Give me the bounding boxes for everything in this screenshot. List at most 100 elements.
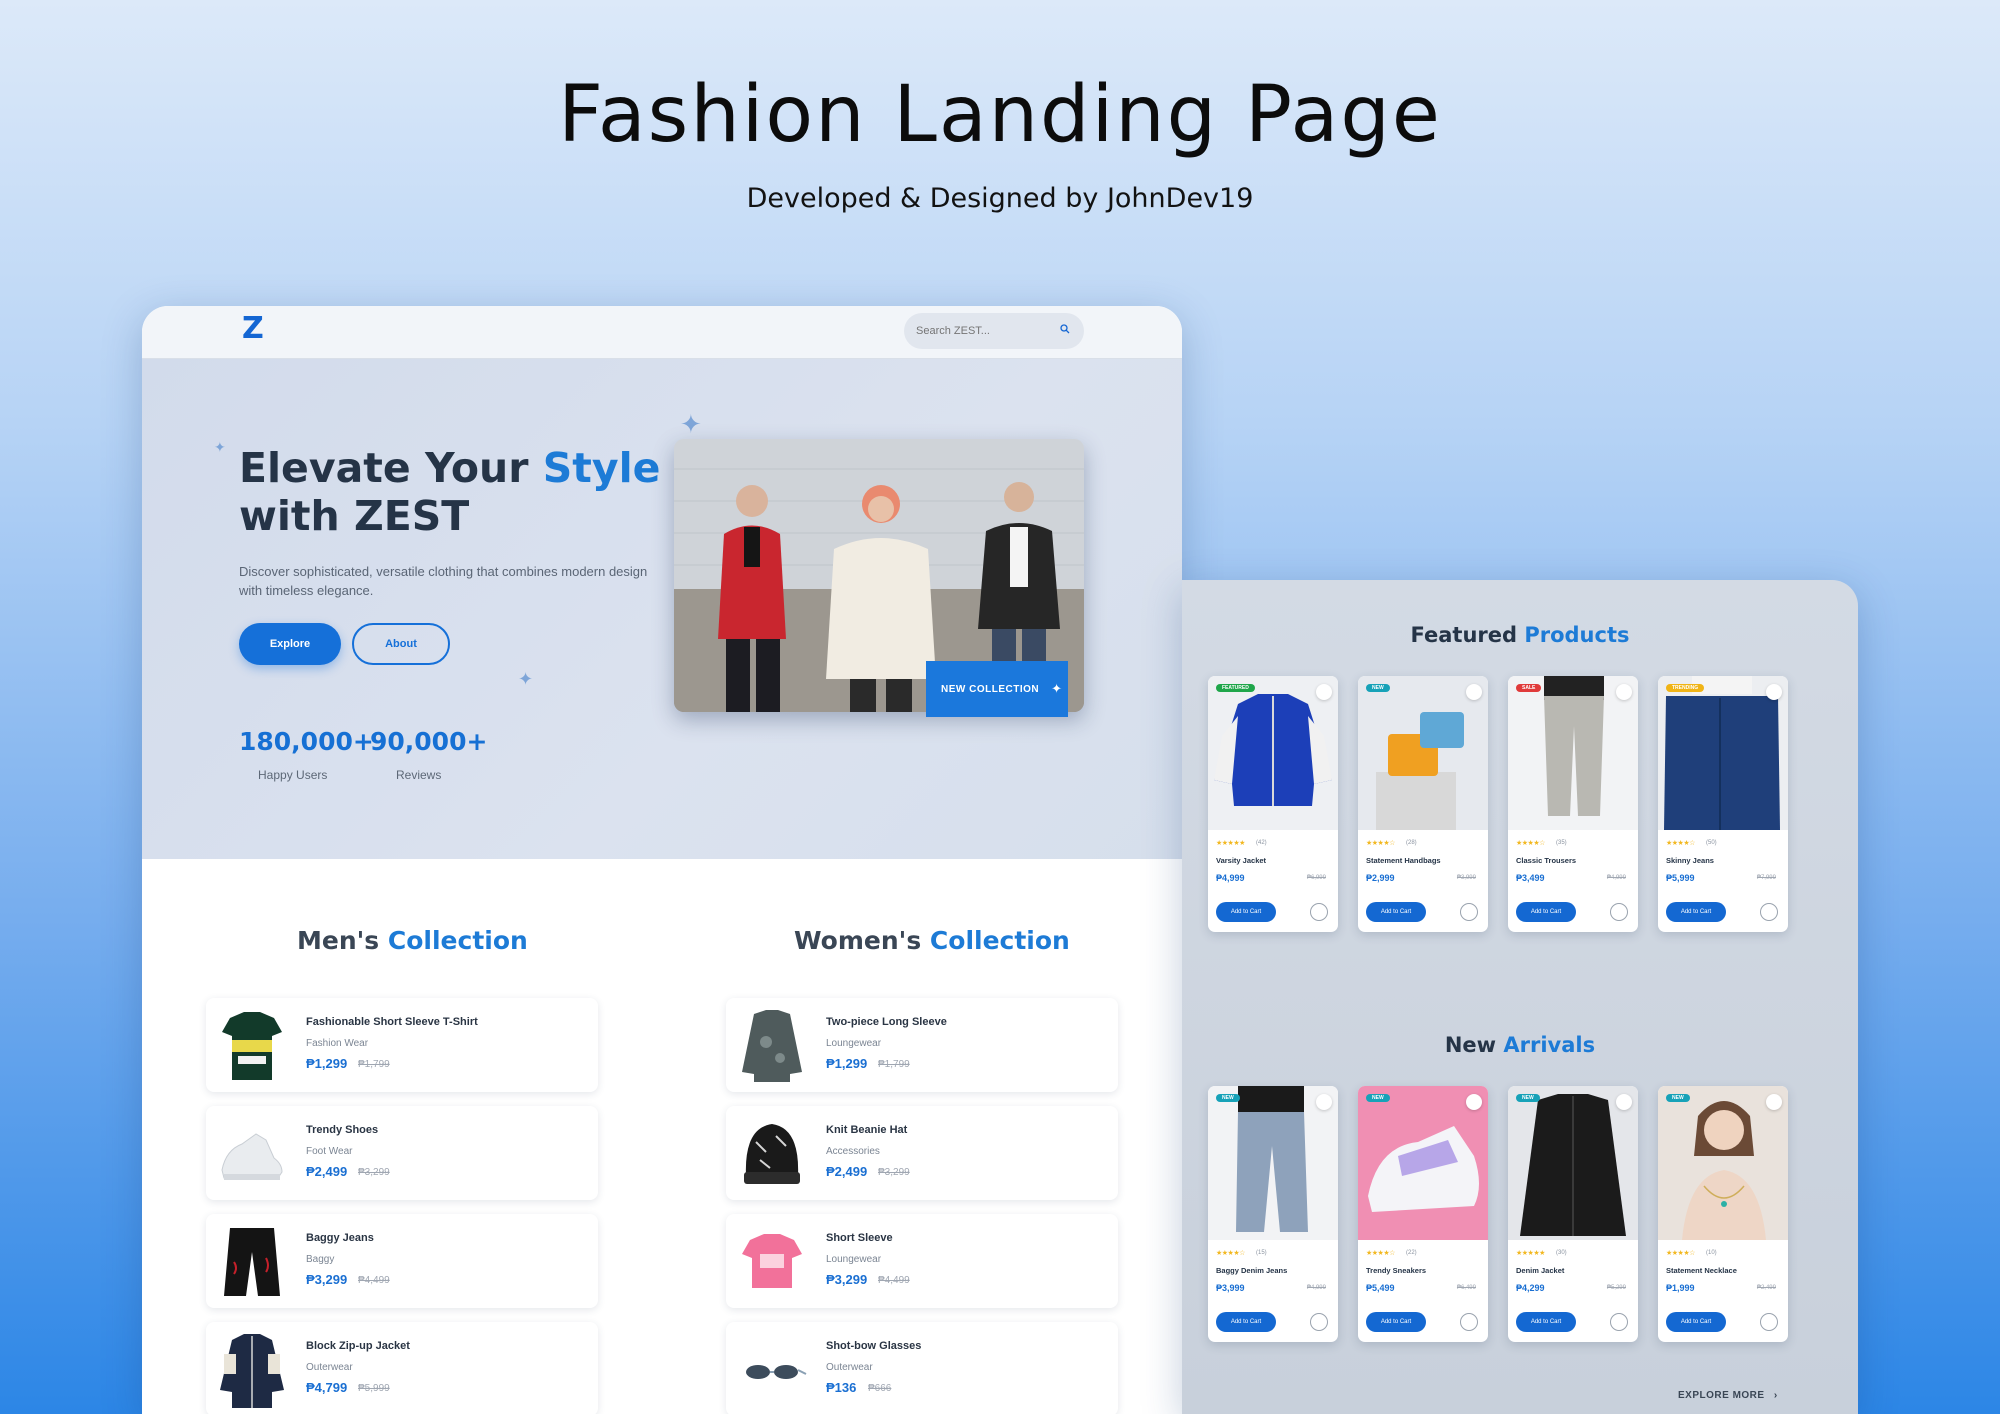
product-image [1358,1086,1488,1240]
list-item[interactable]: Shot-bow Glasses Outerwear ₱136 ₱666 [726,1322,1118,1414]
stat-reviews-label: Reviews [396,768,442,782]
sale-badge: SALE [1516,684,1542,692]
heart-icon[interactable] [1316,1094,1332,1110]
featured-badge: FEATURED [1216,684,1255,692]
list-item[interactable]: Two-piece Long Sleeve Loungewear ₱1,299 … [726,998,1118,1092]
eye-icon[interactable] [1310,1313,1328,1331]
heart-icon[interactable] [1766,684,1782,700]
item-price: ₱2,499 [826,1164,868,1179]
hero-title-line2: with ZEST [239,492,470,540]
list-item[interactable]: Short Sleeve Loungewear ₱3,299 ₱4,499 [726,1214,1118,1308]
item-old-price: ₱3,299 [358,1167,390,1178]
explore-button[interactable]: Explore [239,623,341,665]
add-to-cart-button[interactable]: Add to Cart [1216,902,1276,922]
heart-icon[interactable] [1616,684,1632,700]
item-old-price: ₱3,299 [878,1167,910,1178]
list-item[interactable]: Block Zip-up Jacket Outerwear ₱4,799 ₱5,… [206,1322,598,1414]
new-badge: NEW [1366,684,1390,692]
jeans-thumbnail [224,1228,280,1296]
product-card[interactable]: NEW ★★★★☆ (10) Statement Necklace ₱1,999… [1658,1086,1788,1342]
product-name: Denim Jacket [1516,1266,1565,1275]
review-count: (35) [1556,840,1567,846]
product-card[interactable]: NEW ★★★★☆ (15) Baggy Denim Jeans ₱3,999 … [1208,1086,1338,1342]
list-item[interactable]: Fashionable Short Sleeve T-Shirt Fashion… [206,998,598,1092]
add-to-cart-button[interactable]: Add to Cart [1366,1312,1426,1332]
product-card[interactable]: NEW ★★★★☆ (28) Statement Handbags ₱2,999… [1358,676,1488,932]
list-item[interactable]: Trendy Shoes Foot Wear ₱2,499 ₱3,299 [206,1106,598,1200]
sweater-thumbnail [742,1010,802,1082]
product-old-price: ₱4,999 [1606,875,1626,881]
add-to-cart-button[interactable]: Add to Cart [1516,902,1576,922]
product-card[interactable]: FEATURED ★★★★★ (42) Varsity Jacket ₱4,99… [1208,676,1338,932]
search-icon[interactable] [1060,324,1070,334]
item-old-price: ₱4,499 [358,1275,390,1286]
eye-icon[interactable] [1460,1313,1478,1331]
item-category: Outerwear [306,1362,353,1373]
new-badge: NEW [1666,1094,1690,1102]
item-name: Short Sleeve [826,1232,893,1244]
add-to-cart-button[interactable]: Add to Cart [1366,902,1426,922]
pink-shirt-thumbnail [742,1234,802,1288]
heart-icon[interactable] [1616,1094,1632,1110]
heart-icon[interactable] [1466,1094,1482,1110]
heart-icon[interactable] [1316,684,1332,700]
eye-icon[interactable] [1760,1313,1778,1331]
item-price: ₱3,299 [826,1272,868,1287]
item-category: Baggy [306,1254,335,1265]
search-input[interactable] [904,313,1084,349]
product-price: ₱5,999 [1666,873,1695,883]
list-item[interactable]: Knit Beanie Hat Accessories ₱2,499 ₱3,29… [726,1106,1118,1200]
item-price: ₱1,299 [306,1056,348,1071]
page-title: Fashion Landing Page [558,70,1442,160]
add-to-cart-button[interactable]: Add to Cart [1666,1312,1726,1332]
review-count: (42) [1256,840,1267,846]
product-image [1508,1086,1638,1240]
sparkle-icon: ✦ [1051,681,1063,696]
product-old-price: ₱4,999 [1306,1285,1326,1291]
eye-icon[interactable] [1610,903,1628,921]
item-category: Fashion Wear [306,1038,369,1049]
item-category: Accessories [826,1146,880,1157]
product-name: Skinny Jeans [1666,856,1714,865]
add-to-cart-button[interactable]: Add to Cart [1516,1312,1576,1332]
rating-stars: ★★★★☆ [1516,840,1545,847]
heart-icon[interactable] [1766,1094,1782,1110]
arrivals-title-highlight: Arrivals [1503,1033,1596,1057]
eye-icon[interactable] [1310,903,1328,921]
hero-section: ✦ ✦ ✦ Elevate Your Style with ZEST Disco… [142,359,1182,859]
navbar: Z [142,306,1182,359]
product-card[interactable]: TRENDING ★★★★☆ (50) Skinny Jeans ₱5,999 … [1658,676,1788,932]
product-price: ₱5,499 [1366,1283,1395,1293]
heart-icon[interactable] [1466,684,1482,700]
stat-users-label: Happy Users [258,768,328,782]
review-count: (10) [1706,1250,1717,1256]
item-name: Fashionable Short Sleeve T-Shirt [306,1016,478,1028]
list-item[interactable]: Baggy Jeans Baggy ₱3,299 ₱4,499 [206,1214,598,1308]
add-to-cart-button[interactable]: Add to Cart [1666,902,1726,922]
product-name: Baggy Denim Jeans [1216,1266,1288,1275]
product-card[interactable]: NEW ★★★★★ (30) Denim Jacket ₱4,299 ₱5,29… [1508,1086,1638,1342]
logo[interactable]: Z [242,311,264,346]
shoe-thumbnail [221,1133,283,1180]
eye-icon[interactable] [1760,903,1778,921]
product-card[interactable]: NEW ★★★★☆ (22) Trendy Sneakers ₱5,499 ₱6… [1358,1086,1488,1342]
add-to-cart-button[interactable]: Add to Cart [1216,1312,1276,1332]
rating-stars: ★★★★★ [1516,1250,1545,1257]
product-old-price: ₱6,999 [1306,875,1326,881]
new-collection-banner[interactable]: NEW COLLECTION ✦ [926,661,1068,717]
product-price: ₱4,299 [1516,1283,1545,1293]
product-card[interactable]: SALE ★★★★☆ (35) Classic Trousers ₱3,499 … [1508,676,1638,932]
landing-page-mockup: Z ✦ ✦ ✦ Elevate Your Style with ZEST Dis… [142,306,1182,1414]
stat-reviews-value: 90,000+ [370,727,488,756]
item-name: Knit Beanie Hat [826,1124,908,1136]
new-badge: NEW [1366,1094,1390,1102]
mens-title-text: Men's [297,926,380,955]
glasses-thumbnail [746,1365,807,1379]
about-button[interactable]: About [352,623,450,665]
eye-icon[interactable] [1610,1313,1628,1331]
explore-more-link[interactable]: EXPLORE MORE › [1678,1390,1778,1401]
eye-icon[interactable] [1460,903,1478,921]
item-category: Foot Wear [306,1146,353,1157]
mens-title-highlight: Collection [387,926,528,955]
review-count: (30) [1556,1250,1567,1256]
